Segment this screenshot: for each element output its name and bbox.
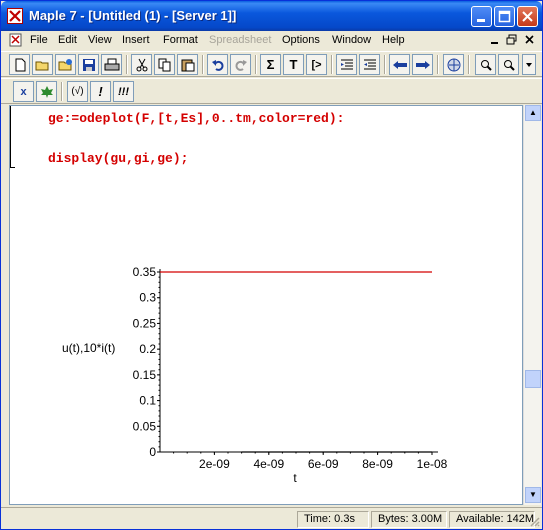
toolbar-separator — [126, 55, 128, 74]
status-bytes: Bytes: 3.00M — [371, 511, 447, 528]
y-tick-label: 0 — [149, 445, 156, 459]
zoom-out-button[interactable] — [498, 54, 519, 75]
scroll-thumb[interactable] — [525, 370, 541, 388]
minimize-button[interactable] — [471, 6, 492, 27]
worksheet-area[interactable]: ge:=odeplot(F,[t,Es],0..tm,color=red): d… — [9, 105, 523, 505]
math-context-button[interactable]: x — [13, 81, 34, 102]
menu-file[interactable]: File — [30, 34, 48, 46]
execute-all-button[interactable]: !!! — [113, 81, 134, 102]
status-bar: Time: 0.3s Bytes: 3.00M Available: 142M — [1, 507, 542, 529]
menu-insert[interactable]: Insert — [122, 34, 150, 46]
status-available: Available: 142M — [449, 511, 535, 528]
mdi-close-button[interactable] — [522, 33, 538, 47]
y-tick-label: 0.05 — [133, 419, 157, 433]
x-axis-label: t — [293, 471, 297, 485]
maple-window: Maple 7 - [Untitled (1) - [Server 1]] Fi… — [0, 0, 543, 530]
redo-button[interactable] — [230, 54, 251, 75]
close-button[interactable] — [517, 6, 538, 27]
insert-math-button[interactable]: Σ — [260, 54, 281, 75]
toolbar-separator — [437, 55, 439, 74]
toolbar-overflow-button[interactable] — [522, 54, 536, 75]
maple-leaf-button[interactable] — [36, 81, 57, 102]
paste-button[interactable] — [177, 54, 198, 75]
undo-button[interactable] — [207, 54, 228, 75]
print-button[interactable] — [101, 54, 122, 75]
menu-view[interactable]: View — [88, 34, 112, 46]
toolbar-separator — [61, 82, 63, 101]
menu-window[interactable]: Window — [332, 34, 371, 46]
open-url-button[interactable] — [55, 54, 76, 75]
plot-output[interactable]: 0 0.05 0.1 0.15 0.2 0.25 0.3 0.35 2e-09 4e-09 6e-0… — [10, 106, 523, 505]
vertical-scrollbar[interactable]: ▲ ▼ — [523, 105, 541, 505]
insert-prompt-button[interactable]: [> — [306, 54, 327, 75]
mdi-restore-button[interactable] — [504, 33, 520, 47]
forward-arrow-button[interactable] — [412, 54, 433, 75]
x-tick-label: 1e-08 — [417, 457, 448, 471]
execute-button[interactable]: ! — [90, 81, 111, 102]
toolbar-separator — [255, 55, 257, 74]
cut-button[interactable] — [131, 54, 152, 75]
resize-grip-icon[interactable] — [528, 515, 540, 527]
maple-app-icon[interactable] — [7, 8, 23, 24]
stop-button[interactable] — [443, 54, 464, 75]
y-tick-label: 0.1 — [139, 394, 156, 408]
y-tick-label: 0.2 — [139, 342, 156, 356]
context-toolbar: x (√) ! !!! — [1, 78, 542, 104]
status-time: Time: 0.3s — [297, 511, 369, 528]
outdent-button[interactable] — [336, 54, 357, 75]
open-file-button[interactable] — [32, 54, 53, 75]
insert-text-button[interactable]: T — [283, 54, 304, 75]
menu-options[interactable]: Options — [282, 34, 320, 46]
menu-format[interactable]: Format — [163, 34, 198, 46]
save-button[interactable] — [78, 54, 99, 75]
main-toolbar: Σ T [> — [1, 51, 542, 77]
new-file-button[interactable] — [9, 54, 30, 75]
evaluate-expression-button[interactable]: (√) — [67, 81, 88, 102]
scroll-up-button[interactable]: ▲ — [525, 105, 541, 121]
menu-help[interactable]: Help — [382, 34, 405, 46]
y-tick-label: 0.25 — [133, 316, 157, 330]
x-tick-label: 6e-09 — [308, 457, 339, 471]
y-tick-label: 0.3 — [139, 291, 156, 305]
indent-button[interactable] — [359, 54, 380, 75]
y-tick-label: 0.35 — [133, 265, 157, 279]
menu-spreadsheet: Spreadsheet — [209, 34, 272, 46]
zoom-in-button[interactable] — [475, 54, 496, 75]
scroll-down-button[interactable]: ▼ — [525, 487, 541, 503]
document-icon[interactable] — [9, 33, 23, 47]
back-arrow-button[interactable] — [389, 54, 410, 75]
toolbar-separator — [202, 55, 204, 74]
x-tick-label: 8e-09 — [362, 457, 393, 471]
y-axis-label: u(t),10*i(t) — [62, 341, 115, 355]
x-tick-label: 4e-09 — [253, 457, 284, 471]
x-tick-label: 2e-09 — [199, 457, 230, 471]
maximize-button[interactable] — [494, 6, 515, 27]
copy-button[interactable] — [154, 54, 175, 75]
menu-bar: File Edit View Insert Format Spreadsheet… — [1, 31, 542, 50]
title-bar[interactable]: Maple 7 - [Untitled (1) - [Server 1]] — [1, 1, 542, 31]
y-tick-label: 0.15 — [133, 368, 157, 382]
toolbar-separator — [384, 55, 386, 74]
window-title: Maple 7 - [Untitled (1) - [Server 1]] — [29, 8, 237, 23]
toolbar-separator — [468, 55, 470, 74]
mdi-minimize-button[interactable] — [487, 33, 503, 47]
menu-edit[interactable]: Edit — [58, 34, 77, 46]
toolbar-separator — [331, 55, 333, 74]
